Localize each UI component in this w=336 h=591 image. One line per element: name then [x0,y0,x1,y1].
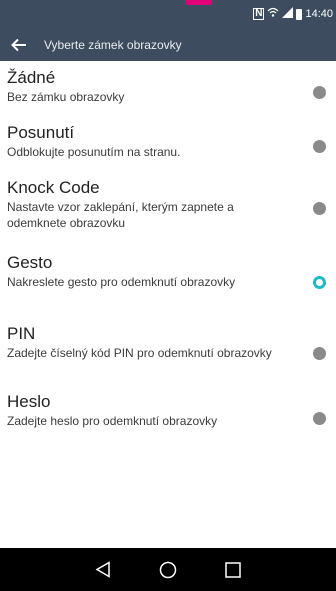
app-bar: Vyberte zámek obrazovky [0,28,336,61]
option-label: Žádné [7,68,56,87]
battery-icon [296,8,303,20]
option-label: Posunutí [7,123,75,142]
radio-button[interactable] [313,140,326,153]
option-none[interactable]: Žádné Bez zámku obrazovky [0,61,336,118]
option-summary: Zadejte číselný kód PIN pro odemknutí ob… [7,346,272,360]
navigation-bar [0,548,336,591]
wifi-calling-icon [267,7,279,21]
option-summary: Odblokujte posunutím na stranu. [7,145,181,159]
home-circle-icon[interactable] [157,559,179,581]
page-title: Vyberte zámek obrazovky [44,37,182,52]
option-summary: Nakreslete gesto pro odemknutí obrazovky [7,275,236,289]
brand-mark [186,0,212,5]
radio-button-selected[interactable] [313,276,326,289]
option-password[interactable]: Heslo Zadejte heslo pro odemknutí obrazo… [0,386,336,446]
option-summary: Nastavte vzor zaklepání, kterým zapnete … [7,200,234,230]
nfc-icon: N [253,8,265,20]
radio-button[interactable] [313,202,326,215]
option-label: PIN [7,324,36,343]
arrow-left-icon[interactable] [8,34,30,56]
radio-button[interactable] [313,347,326,360]
option-swipe[interactable]: Posunutí Odblokujte posunutím na stranu. [0,118,336,173]
signal-icon [282,7,294,21]
status-bar: N 14:40 [0,0,336,28]
option-label: Gesto [7,253,53,272]
option-label: Heslo [7,392,51,411]
recents-square-icon[interactable] [222,559,244,581]
clock: 14:40 [305,8,333,20]
option-knock-code[interactable]: Knock Code Nastavte vzor zaklepání, kter… [0,173,336,245]
lock-options-list: Žádné Bez zámku obrazovky Posunutí Odblo… [0,61,336,446]
back-triangle-icon[interactable] [92,559,114,581]
option-pin[interactable]: PIN Zadejte číselný kód PIN pro odemknut… [0,317,336,386]
radio-button[interactable] [313,412,326,425]
option-summary: Zadejte heslo pro odemknutí obrazovky [7,414,218,428]
option-gesture[interactable]: Gesto Nakreslete gesto pro odemknutí obr… [0,245,336,317]
option-summary: Bez zámku obrazovky [7,90,125,104]
option-label: Knock Code [7,178,100,197]
radio-button[interactable] [313,86,326,99]
